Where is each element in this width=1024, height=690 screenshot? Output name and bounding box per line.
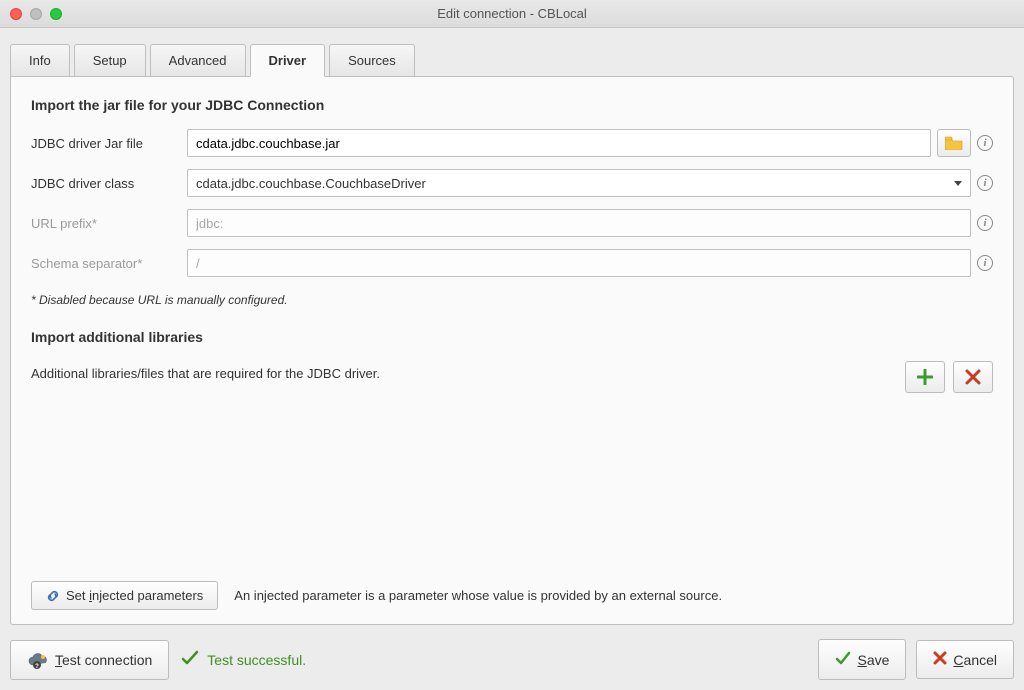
footer-bar: ? Test connection Test successful. Save xyxy=(10,639,1014,680)
test-result: Test successful. xyxy=(181,649,306,670)
add-library-button[interactable] xyxy=(905,361,945,393)
browse-jar-button[interactable] xyxy=(937,129,971,157)
checkmark-icon xyxy=(181,649,199,670)
tab-content-driver: Import the jar file for your JDBC Connec… xyxy=(10,76,1014,625)
injected-desc: An injected parameter is a parameter who… xyxy=(234,588,722,603)
info-icon[interactable]: i xyxy=(977,215,993,231)
tab-sources[interactable]: Sources xyxy=(329,44,415,76)
save-button[interactable]: Save xyxy=(818,639,906,680)
link-icon xyxy=(46,589,60,603)
test-connection-label: Test connection xyxy=(55,652,152,668)
driver-class-select[interactable]: cdata.jdbc.couchbase.CouchbaseDriver xyxy=(187,169,971,197)
disabled-note: * Disabled because URL is manually confi… xyxy=(31,293,993,307)
plus-icon xyxy=(917,369,933,385)
row-schema-separator: Schema separator* i xyxy=(31,249,993,277)
dialog-body: Info Setup Advanced Driver Sources Impor… xyxy=(0,28,1024,690)
tab-advanced[interactable]: Advanced xyxy=(150,44,246,76)
tab-info[interactable]: Info xyxy=(10,44,70,76)
driver-class-value: cdata.jdbc.couchbase.CouchbaseDriver xyxy=(196,176,426,191)
folder-icon xyxy=(945,136,963,150)
title-bar: Edit connection - CBLocal xyxy=(0,0,1024,28)
svg-text:?: ? xyxy=(35,664,39,669)
chevron-down-icon xyxy=(954,181,962,186)
cloud-question-icon: ? xyxy=(27,651,49,669)
import-jar-heading: Import the jar file for your JDBC Connec… xyxy=(31,97,993,113)
row-driver-class: JDBC driver class cdata.jdbc.couchbase.C… xyxy=(31,169,993,197)
additional-libs-heading: Import additional libraries xyxy=(31,329,993,345)
cancel-label: Cancel xyxy=(953,652,997,668)
tab-setup[interactable]: Setup xyxy=(74,44,146,76)
remove-library-button[interactable] xyxy=(953,361,993,393)
checkmark-icon xyxy=(835,650,851,669)
schema-separator-input xyxy=(187,249,971,277)
x-icon xyxy=(965,369,981,385)
save-label: Save xyxy=(857,652,889,668)
info-icon[interactable]: i xyxy=(977,135,993,151)
close-window-button[interactable] xyxy=(10,8,22,20)
url-prefix-input xyxy=(187,209,971,237)
schema-separator-label: Schema separator* xyxy=(31,256,187,271)
additional-libs-desc: Additional libraries/files that are requ… xyxy=(31,366,380,381)
test-connection-button[interactable]: ? Test connection xyxy=(10,640,169,680)
info-icon[interactable]: i xyxy=(977,175,993,191)
url-prefix-label: URL prefix* xyxy=(31,216,187,231)
injected-row: Set injected parameters An injected para… xyxy=(31,581,993,610)
set-injected-parameters-button[interactable]: Set injected parameters xyxy=(31,581,218,610)
row-url-prefix: URL prefix* i xyxy=(31,209,993,237)
cancel-button[interactable]: Cancel xyxy=(916,640,1014,679)
window-title: Edit connection - CBLocal xyxy=(0,6,1024,21)
info-icon[interactable]: i xyxy=(977,255,993,271)
jar-file-input[interactable] xyxy=(187,129,931,157)
row-jar-file: JDBC driver Jar file i xyxy=(31,129,993,157)
traffic-lights xyxy=(0,8,62,20)
tab-driver[interactable]: Driver xyxy=(250,44,326,77)
tabs-row: Info Setup Advanced Driver Sources xyxy=(10,44,1014,76)
jar-file-label: JDBC driver Jar file xyxy=(31,136,187,151)
injected-button-label: Set injected parameters xyxy=(66,588,203,603)
zoom-window-button[interactable] xyxy=(50,8,62,20)
minimize-window-button[interactable] xyxy=(30,8,42,20)
test-result-text: Test successful. xyxy=(207,652,306,668)
x-icon xyxy=(933,651,947,668)
driver-class-label: JDBC driver class xyxy=(31,176,187,191)
